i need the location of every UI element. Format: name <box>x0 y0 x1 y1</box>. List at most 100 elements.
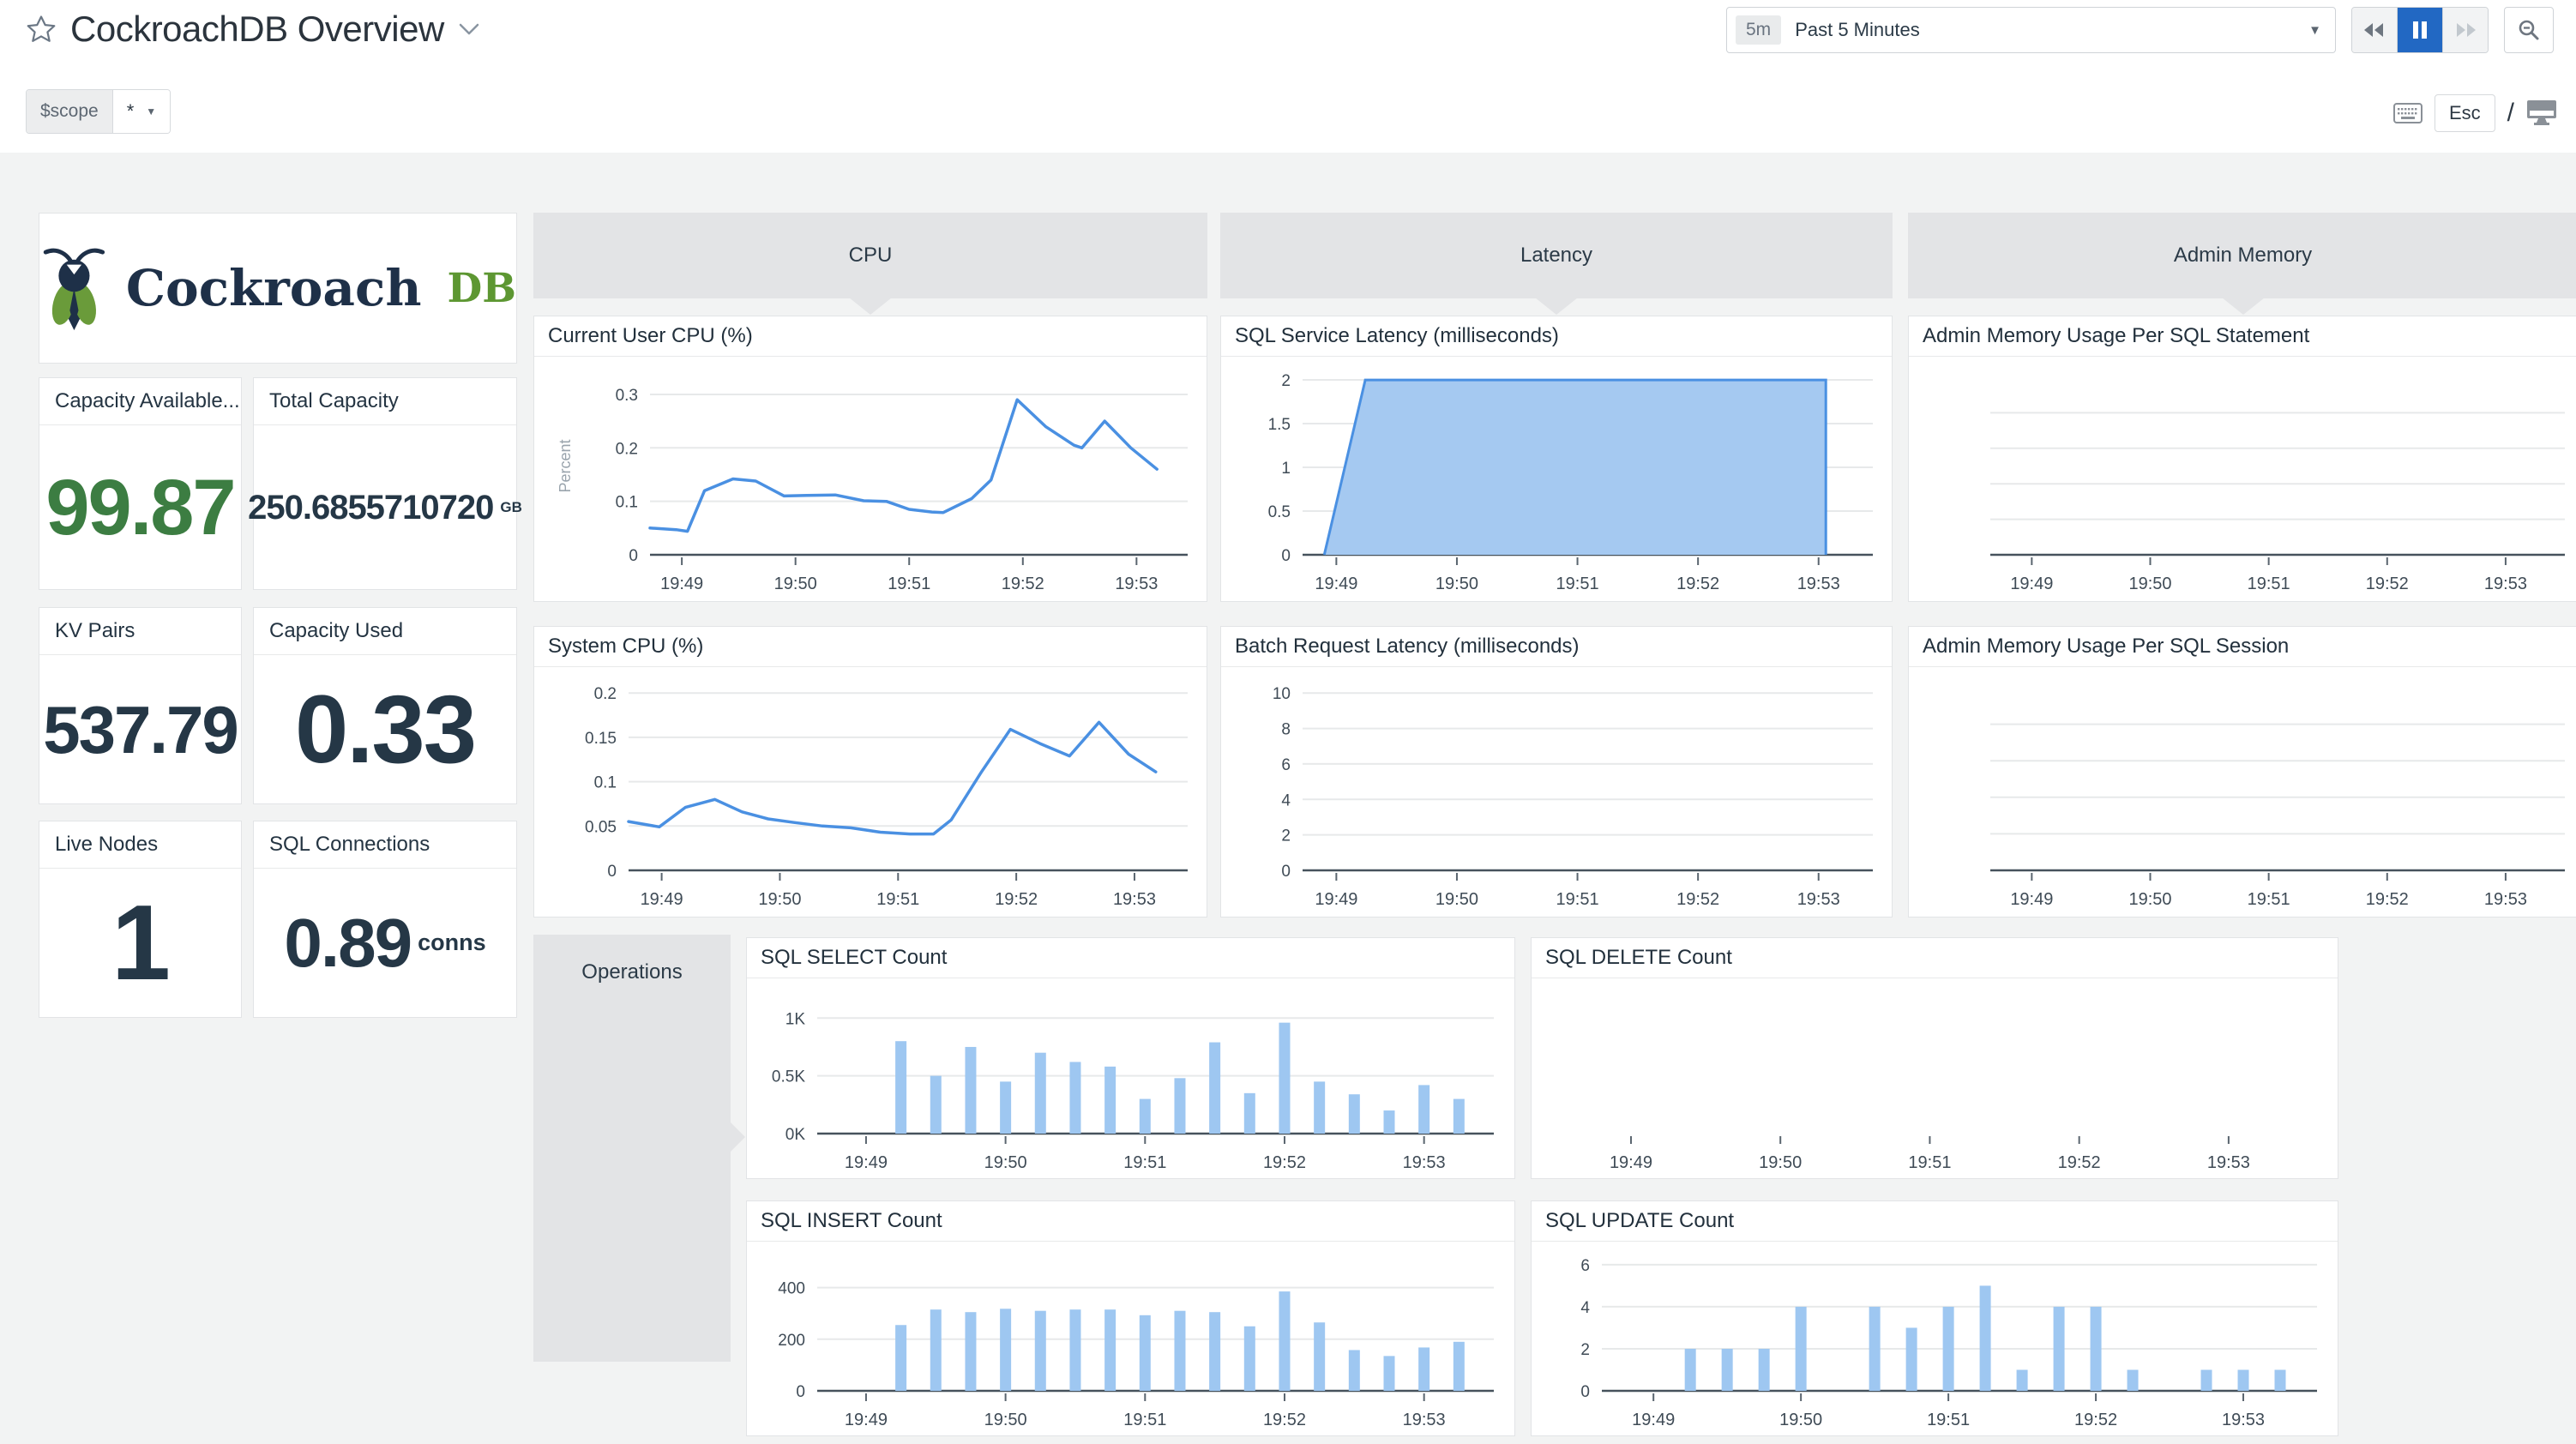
shortcut-hints: Esc / <box>2392 91 2557 135</box>
chart-plot-sql-delete-count[interactable]: 19:49 19:50 19:51 19:52 19:53 <box>1532 978 2338 1178</box>
chart-title: SQL DELETE Count <box>1532 938 2338 978</box>
svg-text:0.5: 0.5 <box>1268 503 1291 521</box>
svg-text:0.05: 0.05 <box>585 818 617 836</box>
svg-text:19:50: 19:50 <box>2128 890 2171 909</box>
stat-card-total-capacity: Total Capacity 250.6855710720 GB <box>248 377 522 590</box>
group-header-cpu[interactable]: CPU <box>533 213 1207 315</box>
chart-plot-admin-memory-statement[interactable]: 19:49 19:50 19:51 19:52 19:53 <box>1909 357 2576 601</box>
svg-text:4: 4 <box>1281 791 1291 809</box>
svg-text:Percent: Percent <box>557 439 574 492</box>
svg-text:19:51: 19:51 <box>1556 575 1599 593</box>
chart-plot-sql-service-latency[interactable]: 0 0.5 1 1.5 2 19:49 19:50 19:51 19:52 19:53 <box>1221 357 1892 601</box>
chart-plot-sql-select-count[interactable]: 0K 0.5K 1K 19:49 19:50 19:51 19:52 19:53 <box>747 978 1514 1178</box>
group-header-admin-memory[interactable]: Admin Memory <box>1908 213 2576 315</box>
stat-title: Capacity Used <box>254 608 516 655</box>
keyboard-icon[interactable] <box>2392 103 2423 123</box>
svg-text:19:53: 19:53 <box>1403 1411 1446 1429</box>
chart-plot-batch-request-latency[interactable]: 0 2 4 6 8 10 19:49 19:50 19:51 19:52 19:53 <box>1221 667 1892 917</box>
stat-unit: conns <box>418 930 486 955</box>
group-label: Latency <box>1520 244 1593 267</box>
scope-variable-chip[interactable]: $scope * ▼ <box>26 89 172 134</box>
svg-text:19:50: 19:50 <box>774 575 817 593</box>
playback-controls <box>2351 7 2489 53</box>
svg-text:19:51: 19:51 <box>1927 1411 1970 1429</box>
svg-text:19:53: 19:53 <box>1113 890 1156 909</box>
magnifier-minus-icon <box>2519 20 2539 40</box>
svg-text:19:53: 19:53 <box>1403 1153 1446 1172</box>
pause-button[interactable] <box>2397 8 2442 52</box>
logo-wordmark: Cockroach <box>125 259 422 317</box>
chart-plot-current-user-cpu[interactable]: 0 0.1 0.2 0.3 19:49 19:50 19:51 19:52 19:53 Perce… <box>534 357 1207 601</box>
slash-separator: / <box>2507 99 2514 127</box>
dashboard-title-row: CockroachDB Overview <box>26 9 480 50</box>
chart-plot-admin-memory-session[interactable]: 19:49 19:50 19:51 19:52 19:53 <box>1909 667 2576 917</box>
chart-title: SQL Service Latency (milliseconds) <box>1221 316 1892 357</box>
stat-value: 0.33 <box>295 675 477 783</box>
chart-card-sql-service-latency: SQL Service Latency (milliseconds) 0 0.5 1… <box>1220 316 1893 602</box>
chart-card-sql-select-count: SQL SELECT Count 0K 0.5K 1K 19:49 19:50 19:51… <box>746 937 1515 1179</box>
svg-text:4: 4 <box>1580 1299 1590 1317</box>
time-range-label: Past 5 Minutes <box>1795 19 1920 40</box>
fast-forward-button[interactable] <box>2442 8 2488 52</box>
cockroachdb-logo-card: Cockroach DB <box>39 213 517 364</box>
esc-button[interactable]: Esc <box>2434 94 2495 132</box>
svg-text:0.2: 0.2 <box>594 685 617 703</box>
svg-text:19:53: 19:53 <box>2484 575 2527 593</box>
svg-text:0.1: 0.1 <box>616 494 638 512</box>
stat-card-live-nodes: Live Nodes 1 <box>39 821 242 1018</box>
svg-text:19:52: 19:52 <box>1263 1411 1306 1429</box>
stat-card-capacity-available: Capacity Available... 99.87 <box>39 377 242 590</box>
chart-card-batch-request-latency: Batch Request Latency (milliseconds) 0 2 4… <box>1220 626 1893 918</box>
rewind-button[interactable] <box>2352 8 2397 52</box>
svg-text:200: 200 <box>778 1332 805 1350</box>
chart-plot-sql-insert-count[interactable]: 0 200 400 19:49 19:50 19:51 19:52 19:53 <box>747 1242 1514 1435</box>
stat-card-capacity-used: Capacity Used 0.33 <box>253 607 517 804</box>
svg-text:0: 0 <box>607 863 617 881</box>
svg-text:0: 0 <box>1281 547 1291 565</box>
svg-text:19:49: 19:49 <box>660 575 703 593</box>
chart-card-sql-delete-count: SQL DELETE Count 19:49 19:50 19:51 19:52 19:… <box>1531 937 2338 1179</box>
svg-text:19:53: 19:53 <box>2222 1411 2265 1429</box>
svg-text:19:52: 19:52 <box>2366 890 2409 909</box>
svg-text:1: 1 <box>1281 460 1291 478</box>
svg-text:19:53: 19:53 <box>2207 1153 2250 1172</box>
chart-card-system-cpu: System CPU (%) 0 0.05 0.1 0.15 0.2 19:49 19:50… <box>533 626 1207 918</box>
chart-plot-system-cpu[interactable]: 0 0.05 0.1 0.15 0.2 19:49 19:50 19:51 19:52 19:53 <box>534 667 1207 917</box>
group-header-operations[interactable]: Operations <box>533 935 745 1362</box>
chart-title: Admin Memory Usage Per SQL Statement <box>1909 316 2576 357</box>
group-label: Operations <box>581 960 683 984</box>
svg-text:19:52: 19:52 <box>995 890 1038 909</box>
scope-value-text: * <box>126 100 135 122</box>
svg-text:19:49: 19:49 <box>1315 890 1357 909</box>
stat-title: Capacity Available... <box>39 378 241 425</box>
svg-text:19:49: 19:49 <box>2010 575 2053 593</box>
group-header-latency[interactable]: Latency <box>1220 213 1893 315</box>
svg-text:0.15: 0.15 <box>585 730 617 748</box>
stat-title: Live Nodes <box>39 821 241 869</box>
svg-text:0.5K: 0.5K <box>772 1068 805 1086</box>
svg-text:19:52: 19:52 <box>2058 1153 2101 1172</box>
svg-text:19:52: 19:52 <box>1002 575 1044 593</box>
stat-title: KV Pairs <box>39 608 241 655</box>
top-bar: CockroachDB Overview 5m Past 5 Minutes ▼ <box>0 0 2576 153</box>
stat-title: Total Capacity <box>254 378 516 425</box>
star-icon[interactable] <box>26 15 57 44</box>
svg-text:19:51: 19:51 <box>2248 575 2290 593</box>
time-range-badge: 5m <box>1736 15 1782 45</box>
time-range-select[interactable]: 5m Past 5 Minutes ▼ <box>1726 7 2336 53</box>
chevron-down-icon[interactable] <box>458 22 480 36</box>
svg-text:19:52: 19:52 <box>1676 575 1719 593</box>
chart-plot-sql-update-count[interactable]: 0 2 4 6 19:49 19:50 19:51 19:52 19:53 <box>1532 1242 2338 1435</box>
svg-text:19:53: 19:53 <box>2484 890 2527 909</box>
svg-text:0: 0 <box>1580 1383 1590 1401</box>
zoom-out-button[interactable] <box>2504 7 2554 53</box>
stat-card-kv-pairs: KV Pairs 537.79 <box>39 607 242 804</box>
chart-card-admin-memory-statement: Admin Memory Usage Per SQL Statement 19:… <box>1908 316 2576 602</box>
svg-text:0: 0 <box>629 547 638 565</box>
stat-card-sql-connections: SQL Connections 0.89 conns <box>253 821 517 1018</box>
svg-text:19:50: 19:50 <box>1779 1411 1822 1429</box>
svg-text:2: 2 <box>1580 1341 1590 1359</box>
monitor-icon[interactable] <box>2526 99 2557 127</box>
svg-text:19:51: 19:51 <box>1123 1153 1166 1172</box>
svg-text:6: 6 <box>1580 1257 1590 1275</box>
